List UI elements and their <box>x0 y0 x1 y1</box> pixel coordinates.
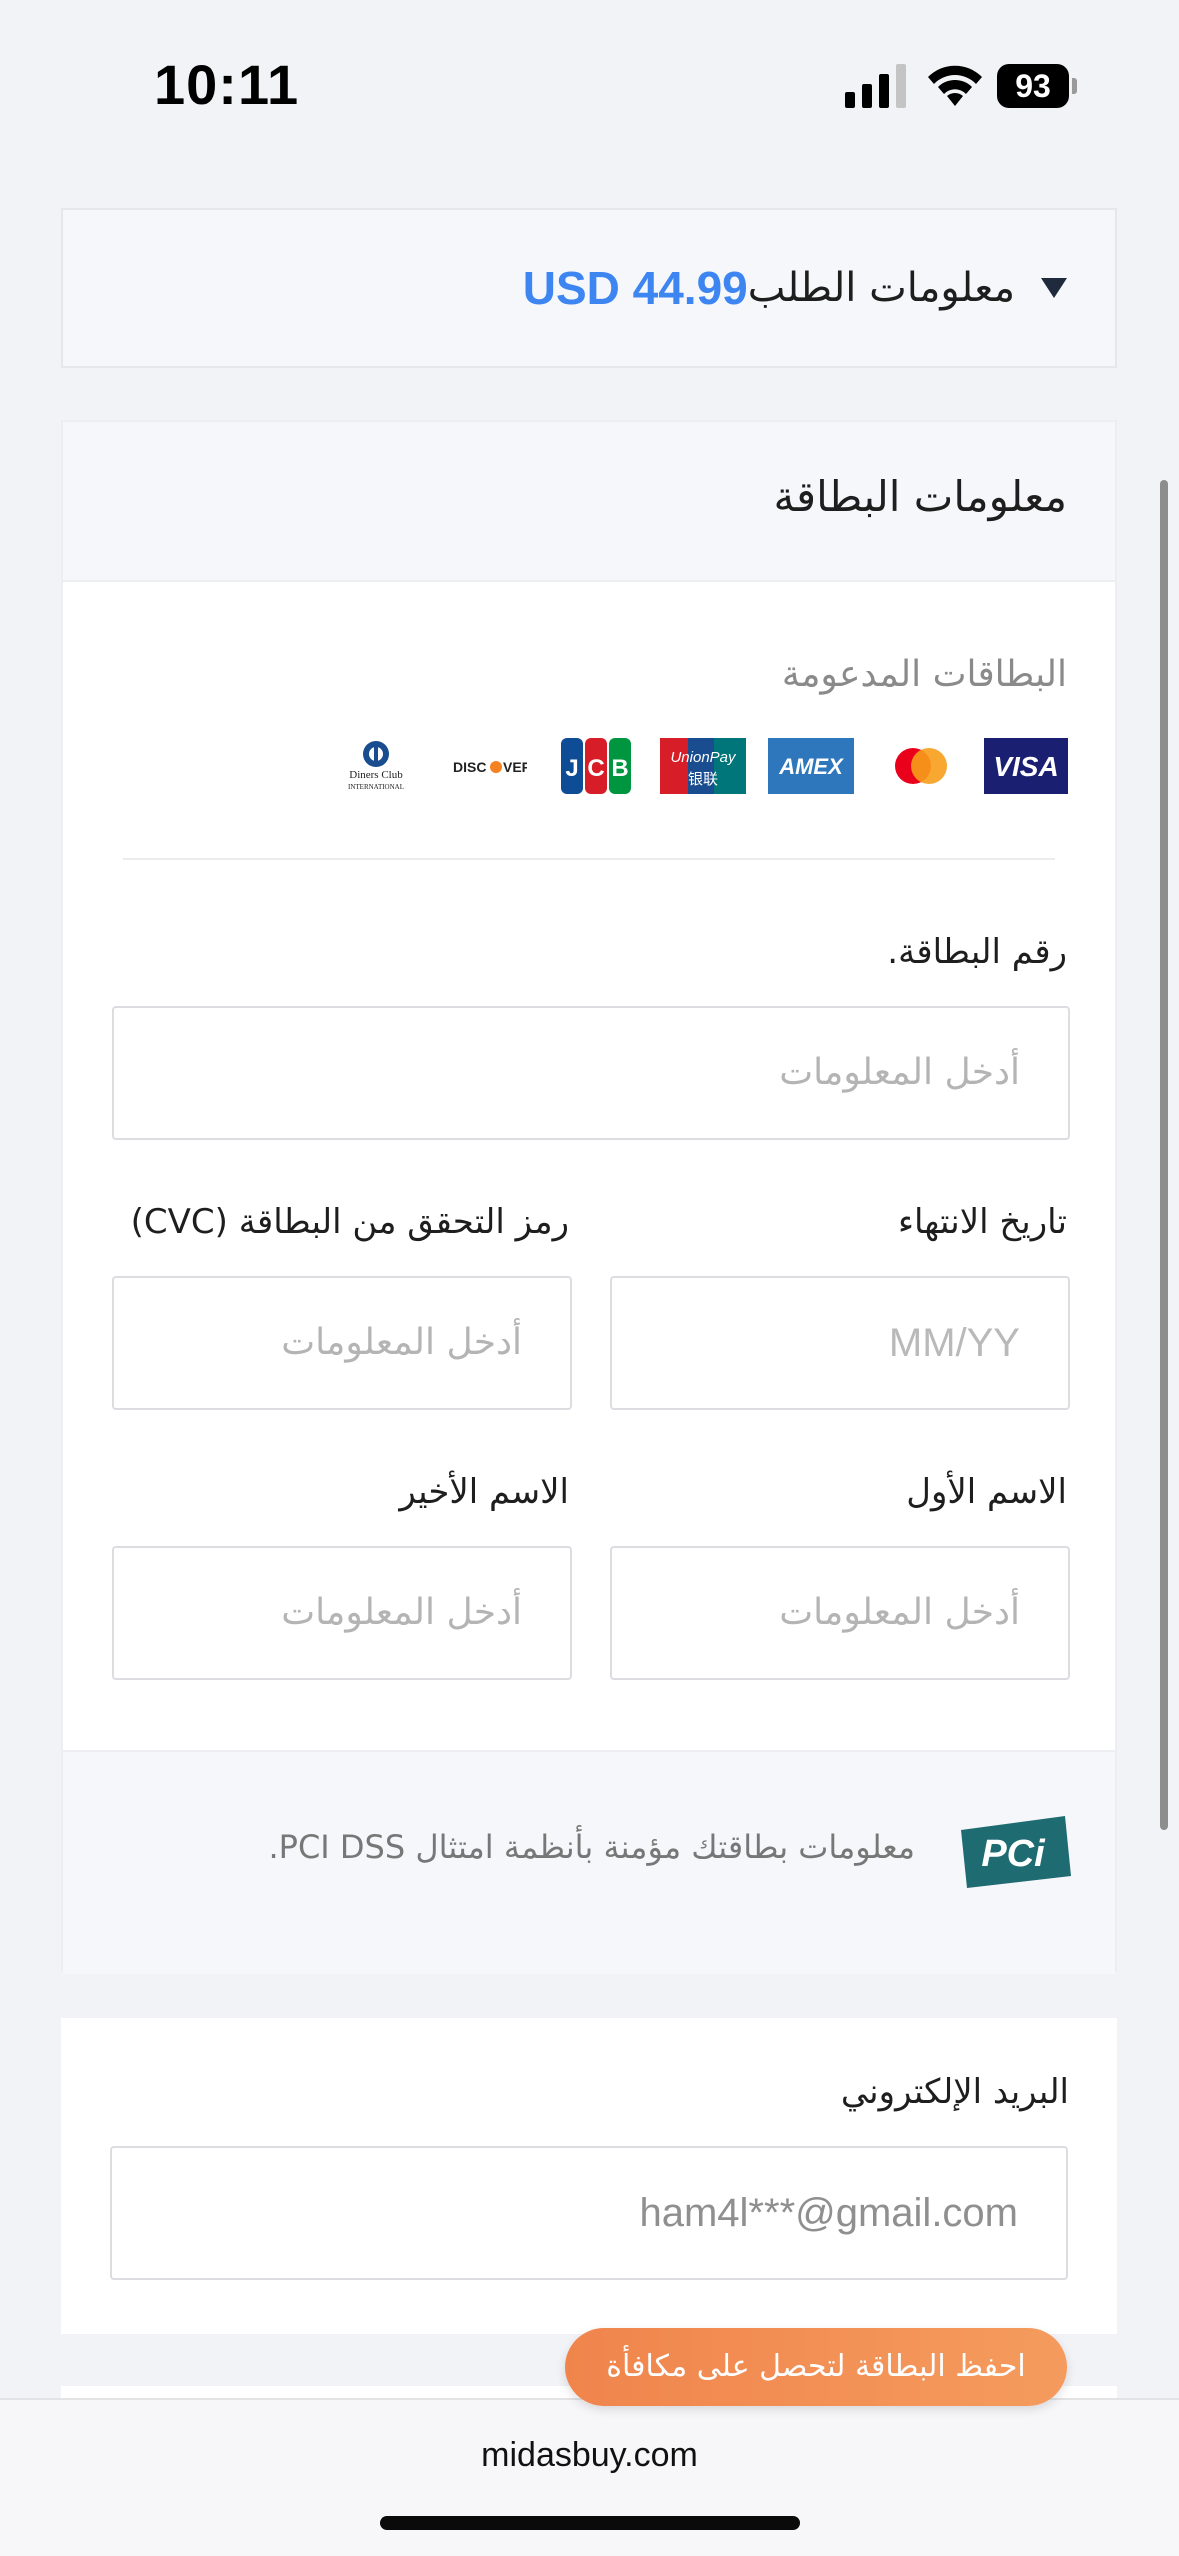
svg-text:DISC: DISC <box>453 759 486 775</box>
cvc-input[interactable]: أدخل المعلومات <box>112 1276 572 1410</box>
email-section: البريد الإلكتروني ham4l***@gmail.com <box>61 2018 1117 2334</box>
cvc-label: رمز التحقق من البطاقة (CVC) <box>130 1202 569 1242</box>
mastercard-logo-icon <box>889 738 953 794</box>
card-info-section: معلومات البطاقة البطاقات المدعومة VISA A… <box>61 420 1117 1974</box>
svg-text:Diners Club: Diners Club <box>349 769 403 781</box>
svg-text:UnionPay: UnionPay <box>670 749 737 766</box>
svg-text:AMEX: AMEX <box>778 754 844 779</box>
last-name-placeholder: أدخل المعلومات <box>281 1592 522 1633</box>
divider <box>123 858 1055 860</box>
expiry-placeholder: MM/YY <box>888 1321 1020 1365</box>
jcb-logo-icon: J C B <box>561 738 631 794</box>
home-indicator[interactable] <box>380 2516 800 2530</box>
order-info-card[interactable]: معلومات الطلب USD 44.99 <box>61 208 1117 368</box>
status-time: 10:11 <box>154 53 300 116</box>
first-name-placeholder: أدخل المعلومات <box>779 1592 1020 1633</box>
card-number-input[interactable]: أدخل المعلومات <box>112 1006 1070 1140</box>
discover-logo-icon: DISC VER <box>451 738 527 794</box>
cellular-signal-icon <box>845 64 906 108</box>
wifi-icon <box>928 65 982 106</box>
expiry-label: تاريخ الانتهاء <box>897 1202 1067 1242</box>
email-input[interactable]: ham4l***@gmail.com <box>110 2146 1068 2280</box>
svg-text:VER: VER <box>503 759 527 775</box>
amex-logo-icon: AMEX <box>768 738 854 794</box>
browser-address-bar[interactable]: midasbuy.com <box>0 2398 1179 2556</box>
cvc-placeholder: أدخل المعلومات <box>281 1322 522 1363</box>
unionpay-logo-icon: UnionPay 银联 <box>660 738 746 794</box>
svg-text:VISA: VISA <box>993 751 1058 782</box>
order-info-label: معلومات الطلب <box>747 265 1015 311</box>
expand-triangle-icon[interactable] <box>1041 278 1067 298</box>
card-number-label: رقم البطاقة. <box>887 932 1067 972</box>
card-info-header: معلومات البطاقة <box>63 422 1115 582</box>
svg-text:B: B <box>611 755 628 782</box>
scrollbar[interactable] <box>1160 480 1168 1830</box>
supported-cards-label: البطاقات المدعومة <box>781 654 1067 695</box>
pci-logo-icon: PCi <box>961 1816 1071 1888</box>
svg-text:C: C <box>587 755 604 782</box>
save-card-reward-button[interactable]: احفظ البطاقة لتحصل على مكافأة <box>565 2328 1067 2406</box>
expiry-input[interactable]: MM/YY <box>610 1276 1070 1410</box>
first-name-label: الاسم الأول <box>906 1472 1067 1512</box>
battery-level: 93 <box>997 64 1069 108</box>
svg-text:PCi: PCi <box>981 1833 1046 1875</box>
order-price: USD 44.99 <box>522 262 748 314</box>
pci-text: معلومات بطاقتك مؤمنة بأنظمة امتثال PCI D… <box>268 1828 915 1866</box>
domain-label: midasbuy.com <box>481 2436 698 2474</box>
svg-text:J: J <box>565 755 578 782</box>
last-name-label: الاسم الأخير <box>399 1472 569 1512</box>
pci-notice: معلومات بطاقتك مؤمنة بأنظمة امتثال PCI D… <box>63 1750 1115 1974</box>
svg-text:银联: 银联 <box>688 770 718 788</box>
email-value: ham4l***@gmail.com <box>639 2191 1018 2235</box>
first-name-input[interactable]: أدخل المعلومات <box>610 1546 1070 1680</box>
card-info-title: معلومات البطاقة <box>773 472 1067 521</box>
svg-text:INTERNATIONAL: INTERNATIONAL <box>348 783 404 791</box>
visa-logo-icon: VISA <box>984 738 1068 794</box>
card-number-placeholder: أدخل المعلومات <box>779 1052 1020 1093</box>
status-bar: 10:11 93 <box>0 0 1179 150</box>
email-label: البريد الإلكتروني <box>840 2072 1069 2112</box>
last-name-input[interactable]: أدخل المعلومات <box>112 1546 572 1680</box>
battery-icon: 93 <box>997 64 1077 108</box>
diners-club-logo-icon: Diners Club INTERNATIONAL <box>343 738 409 794</box>
